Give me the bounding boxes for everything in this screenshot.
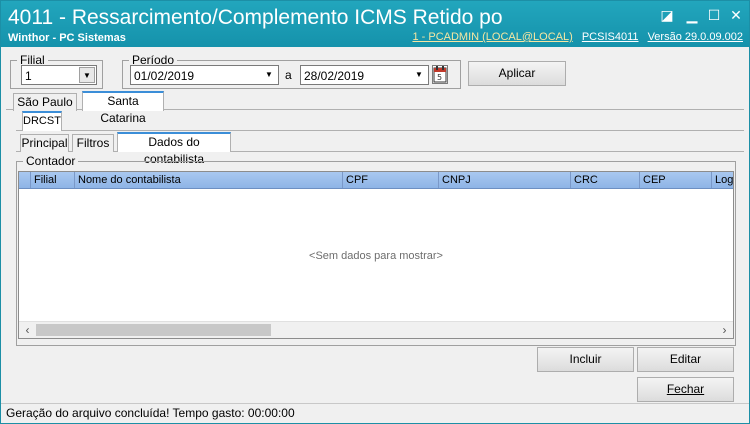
column-cnpj[interactable]: CNPJ [439, 172, 571, 188]
filial-combo[interactable]: 1 ▼ [21, 65, 97, 85]
app-window: 4011 - Ressarcimento/Complemento ICMS Re… [0, 0, 750, 424]
version-label: Versão 29.0.09.002 [647, 31, 743, 43]
editar-button[interactable]: Editar [637, 347, 734, 372]
chevron-down-icon[interactable]: ▼ [411, 67, 427, 83]
period-start-value: 01/02/2019 [134, 69, 195, 83]
column-filial[interactable]: Filial [31, 172, 75, 188]
close-icon[interactable]: ✕ [726, 6, 746, 24]
status-bar: Geração do arquivo concluída! Tempo gast… [1, 403, 749, 423]
restore-icon[interactable]: ◪ [657, 6, 677, 24]
tab-filtros[interactable]: Filtros [72, 134, 114, 152]
tab-santa-catarina[interactable]: Santa Catarina [82, 91, 164, 125]
incluir-button[interactable]: Incluir [537, 347, 634, 372]
svg-text:5: 5 [437, 73, 442, 82]
title-bar: 4011 - Ressarcimento/Complemento ICMS Re… [1, 1, 749, 47]
column-indicator [19, 172, 31, 188]
scroll-left-icon[interactable]: ‹ [19, 322, 36, 339]
tab-sao-paulo[interactable]: São Paulo [13, 93, 77, 111]
contador-grid[interactable]: Filial Nome do contabilista CPF CNPJ CRC… [18, 171, 734, 339]
scroll-right-icon[interactable]: › [716, 322, 733, 339]
chevron-down-icon[interactable]: ▼ [261, 67, 277, 83]
period-end-value: 28/02/2019 [304, 69, 365, 83]
column-cep[interactable]: CEP [640, 172, 712, 188]
minimize-icon[interactable]: ▁ [682, 6, 702, 24]
horizontal-scrollbar[interactable]: ‹ › [19, 321, 733, 338]
contador-legend: Contador [26, 154, 76, 168]
maximize-icon[interactable]: ☐ [704, 6, 724, 24]
grid-header: Filial Nome do contabilista CPF CNPJ CRC… [19, 172, 733, 189]
calendar-icon[interactable]: 5 [432, 65, 448, 84]
fechar-button[interactable]: Fechar [637, 377, 734, 402]
user-label: 1 - PCADMIN (LOCAL@LOCAL) [412, 31, 573, 43]
period-end-field[interactable]: 28/02/2019 ▼ [300, 65, 429, 85]
column-crc[interactable]: CRC [571, 172, 640, 188]
column-cpf[interactable]: CPF [343, 172, 439, 188]
tab-principal[interactable]: Principal [20, 134, 69, 152]
window-title: 4011 - Ressarcimento/Complemento ICMS Re… [8, 6, 503, 29]
tab-drcst[interactable]: DRCST [22, 111, 62, 131]
window-subtitle: Winthor - PC Sistemas [8, 32, 126, 44]
apply-button[interactable]: Aplicar [468, 61, 566, 86]
period-start-field[interactable]: 01/02/2019 ▼ [130, 65, 279, 85]
filial-value: 1 [25, 69, 32, 83]
empty-grid-message: <Sem dados para mostrar> [309, 250, 443, 262]
tab-dados-contabilista[interactable]: Dados do contabilista [117, 132, 231, 166]
routine-label: PCSIS4011 [581, 31, 639, 43]
user-info: 1 - PCADMIN (LOCAL@LOCAL) PCSIS4011 Vers… [412, 31, 743, 43]
scroll-thumb[interactable] [36, 324, 271, 336]
chevron-down-icon[interactable]: ▼ [79, 67, 95, 83]
column-log[interactable]: Log [712, 172, 733, 188]
column-nome[interactable]: Nome do contabilista [75, 172, 343, 188]
sub-tab-line [16, 130, 744, 131]
period-separator: a [285, 68, 292, 82]
